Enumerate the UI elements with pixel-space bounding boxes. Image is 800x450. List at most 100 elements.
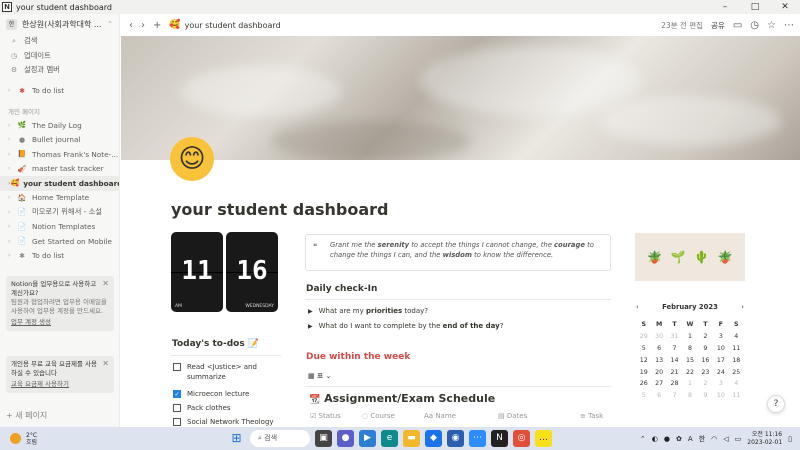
windows-start-icon[interactable]: ⊞ — [228, 430, 245, 447]
weather-widget[interactable]: 2°C 흐림 — [10, 432, 37, 446]
page-icon[interactable]: 😊 — [170, 137, 214, 181]
more-icon[interactable]: ⋯ — [784, 20, 794, 31]
chevron-right-icon[interactable]: › — [8, 252, 16, 259]
calendar-day[interactable]: 1 — [682, 331, 697, 343]
tray-app-icon[interactable]: ◐ — [652, 435, 658, 443]
calendar-day[interactable]: 5 — [636, 390, 651, 402]
calendar-day[interactable]: 26 — [636, 378, 651, 390]
ime-mode-a[interactable]: A — [688, 435, 693, 443]
calendar-day[interactable]: 31 — [667, 331, 682, 343]
calendar-day[interactable]: 1 — [682, 378, 697, 390]
column-course[interactable]: ◌ Course — [362, 412, 424, 420]
sidebar-page-item[interactable]: › 📄 Get Started on Mobile — [0, 234, 119, 249]
chevron-right-icon[interactable]: › — [8, 209, 16, 216]
calendar-day[interactable]: 20 — [651, 366, 666, 378]
share-button[interactable]: 공유 — [711, 20, 725, 31]
column-dates[interactable]: ▤ Dates — [498, 412, 580, 420]
calendar-day[interactable]: 19 — [636, 366, 651, 378]
sidebar-item-todo-pinned[interactable]: › ✱ To do list — [0, 84, 119, 99]
wifi-icon[interactable]: ◠ — [711, 435, 717, 443]
calendar-day[interactable]: 2 — [698, 378, 713, 390]
calendar-day[interactable]: 18 — [729, 354, 744, 366]
calendar-day[interactable]: 30 — [651, 331, 666, 343]
sidebar-item-settings[interactable]: ⚙ 설정과 멤버 — [0, 63, 119, 78]
taskbar-search[interactable]: ⌕ 검색 — [250, 430, 310, 447]
sidebar-item-search[interactable]: ⌕ 검색 — [0, 34, 119, 49]
sidebar-page-item[interactable]: › 🌿 The Daily Log — [0, 118, 119, 133]
calendar-day[interactable]: 15 — [682, 354, 697, 366]
calendar-day[interactable]: 6 — [651, 390, 666, 402]
calendar-day[interactable]: 9 — [698, 343, 713, 355]
edge-icon[interactable]: e — [381, 430, 398, 447]
kakaotalk-icon[interactable]: … — [535, 430, 552, 447]
sidebar-page-item[interactable]: › 🥰 your student dashboard — [0, 176, 119, 191]
sidebar-page-item[interactable]: › 📙 Thomas Frank's Note-... — [0, 147, 119, 162]
calendar-day[interactable]: 13 — [651, 354, 666, 366]
minimize-button[interactable]: – — [710, 0, 740, 14]
tray-app-icon[interactable]: ✿ — [676, 435, 682, 443]
teams-icon[interactable]: ● — [337, 430, 354, 447]
education-plan-link[interactable]: 교육 요금제 사용하기 — [11, 380, 109, 389]
forward-icon[interactable]: › — [141, 20, 145, 31]
task-view-icon[interactable]: ▣ — [315, 430, 332, 447]
toggle-triangle-icon[interactable]: ▶ — [308, 323, 313, 330]
next-month-button[interactable]: › — [741, 303, 744, 311]
chevron-right-icon[interactable]: › — [8, 151, 16, 158]
calendar-day[interactable]: 9 — [698, 390, 713, 402]
calendar-day[interactable]: 23 — [698, 366, 713, 378]
column-task[interactable]: ≡ Task — [580, 412, 603, 420]
calendar-day[interactable]: 3 — [713, 378, 728, 390]
calendar-day[interactable]: 8 — [682, 390, 697, 402]
prev-month-button[interactable]: ‹ — [636, 303, 639, 311]
toggle-priorities[interactable]: ▶ What are my priorities today? — [308, 307, 428, 315]
calendar-day[interactable]: 17 — [713, 354, 728, 366]
tray-app-icon[interactable]: ● — [664, 435, 670, 443]
calendar-day[interactable]: 4 — [729, 378, 744, 390]
breadcrumb[interactable]: your student dashboard — [185, 21, 281, 30]
ime-mode-korean[interactable]: 한 — [699, 434, 705, 444]
create-work-account-link[interactable]: 업무 계정 생성 — [11, 318, 109, 327]
calendar-day[interactable]: 21 — [667, 366, 682, 378]
history-icon[interactable]: ◷ — [750, 20, 759, 31]
sidebar-item-updates[interactable]: ◷ 업데이트 — [0, 49, 119, 64]
file-explorer-icon[interactable]: ▬ — [403, 430, 420, 447]
chevron-right-icon[interactable]: › — [8, 194, 16, 201]
comment-icon[interactable]: ▭ — [733, 20, 742, 31]
favorite-icon[interactable]: ☆ — [767, 20, 776, 31]
calendar-day[interactable]: 12 — [636, 354, 651, 366]
todo-checkbox[interactable] — [173, 404, 181, 412]
notifications-icon[interactable]: ▯ — [788, 435, 792, 443]
todo-checkbox[interactable] — [173, 418, 181, 426]
close-button[interactable]: ✕ — [770, 0, 800, 14]
chevron-right-icon[interactable]: › — [8, 87, 16, 94]
chevron-right-icon[interactable]: › — [8, 136, 16, 143]
todo-label[interactable]: Read <Justice> and summarize — [187, 362, 283, 382]
volume-icon[interactable]: ◁ — [723, 435, 728, 443]
close-icon[interactable]: ✕ — [102, 279, 109, 288]
calendar-day[interactable]: 24 — [713, 366, 728, 378]
chevron-right-icon[interactable]: › — [8, 238, 16, 245]
calendar-day[interactable]: 3 — [713, 331, 728, 343]
maximize-button[interactable]: □ — [740, 0, 770, 14]
chevron-right-icon[interactable]: › — [8, 165, 16, 172]
todo-label[interactable]: Pack clothes — [187, 403, 231, 413]
calendar-day[interactable]: 11 — [729, 390, 744, 402]
close-icon[interactable]: ✕ — [102, 359, 109, 368]
store-icon[interactable]: ◆ — [425, 430, 442, 447]
sidebar-page-item[interactable]: › 🏠 Home Template — [0, 191, 119, 206]
help-button[interactable]: ? — [767, 395, 785, 413]
calendar-day[interactable]: 29 — [636, 331, 651, 343]
calendar-day[interactable]: 5 — [636, 343, 651, 355]
calendar-day[interactable]: 2 — [698, 331, 713, 343]
page-title[interactable]: your student dashboard — [171, 200, 389, 219]
zoom-meetings-icon[interactable]: ⋯ — [469, 430, 486, 447]
calendar-day[interactable]: 10 — [713, 390, 728, 402]
notion-app-icon[interactable]: N — [491, 430, 508, 447]
workspace-switcher[interactable]: 한 한상원(사회과학대학 ... ⌃ — [0, 14, 119, 34]
sidebar-page-item[interactable]: › ● Bullet journal — [0, 133, 119, 148]
tray-overflow-icon[interactable]: ⌃ — [640, 435, 646, 443]
todo-checkbox[interactable]: ✓ — [173, 390, 181, 398]
zoom-icon[interactable]: ▶ — [359, 430, 376, 447]
column-name[interactable]: Aa Name — [424, 412, 498, 420]
toggle-triangle-icon[interactable]: ▶ — [308, 308, 313, 315]
